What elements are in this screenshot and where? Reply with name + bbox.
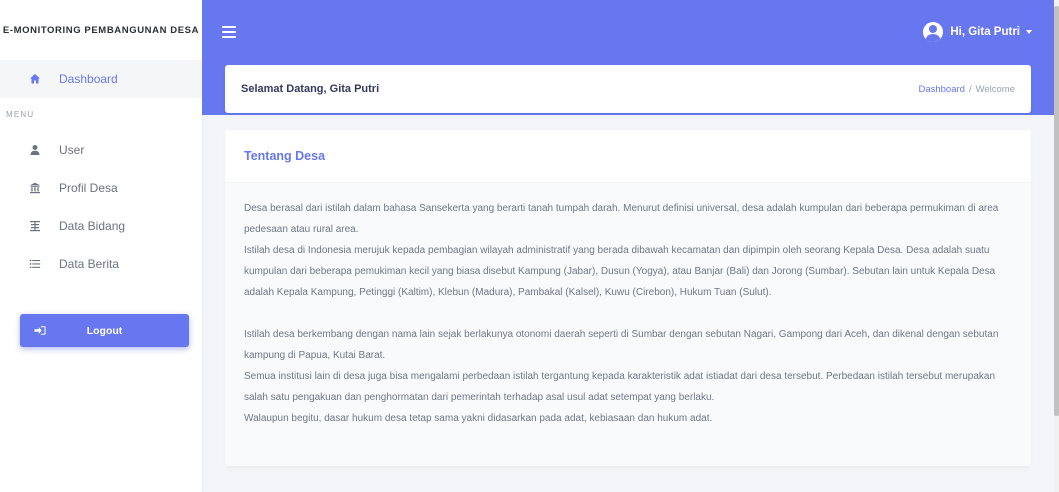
sign-out-icon [34,325,48,336]
sidebar-item-profil-desa[interactable]: Profil Desa [0,169,202,207]
card-header: Tentang Desa [225,130,1031,183]
brand-title[interactable]: E-MONITORING PEMBANGUNAN DESA [0,0,202,60]
logout-label: Logout [86,324,123,337]
page-title: Selamat Datang, Gita Putri [241,83,380,95]
breadcrumb-item-dashboard[interactable]: Dashboard [918,84,964,95]
breadcrumb: Dashboard / Welcome [918,84,1015,95]
user-icon [27,142,43,158]
caret-down-icon [1026,30,1032,34]
paragraph: Semua institusi lain di desa juga bisa m… [244,371,996,403]
hamburger-icon[interactable] [222,26,236,38]
sidebar-item-label: Profil Desa [59,181,118,195]
about-card: Tentang Desa Desa berasal dari istilah d… [225,130,1031,466]
paragraph: Istilah desa di Indonesia merujuk kepada… [244,245,996,298]
balance-icon [27,218,43,234]
card-title: Tentang Desa [244,149,326,163]
paragraph: Walaupun begitu, dasar hukum desa tetap … [244,413,713,424]
breadcrumb-item-current: Welcome [975,83,1015,95]
user-greeting: Hi, Gita Putri [950,26,1020,38]
page-scrollbar[interactable] [1054,0,1059,492]
sidebar-item-data-berita[interactable]: Data Berita [0,245,202,283]
sidebar-item-user[interactable]: User [0,131,202,169]
sidebar-item-label: Data Berita [59,257,120,271]
sidebar-item-data-bidang[interactable]: Data Bidang [0,207,202,245]
breadcrumb-separator: / [968,83,972,95]
list-icon [27,256,43,272]
sidebar-item-label: Dashboard [59,72,118,86]
section-header: Selamat Datang, Gita Putri Dashboard / Wel… [225,65,1031,113]
home-icon [27,71,43,87]
scrollbar-thumb[interactable] [1054,6,1059,416]
paragraph: Desa berasal dari istilah dalam bahasa S… [244,203,999,235]
avatar [923,22,944,42]
sidebar-item-label: Data Bidang [59,219,126,233]
user-menu[interactable]: Hi, Gita Putri [923,22,1032,42]
sidebar-item-dashboard[interactable]: Dashboard [0,60,202,98]
sidebar-item-label: User [59,143,85,157]
logout-button[interactable]: Logout [20,314,189,347]
card-body: Desa berasal dari istilah dalam bahasa S… [225,183,1031,466]
paragraph: Istilah desa berkembang dengan nama lain… [244,329,999,361]
sidebar: E-MONITORING PEMBANGUNAN DESA Dashboard … [0,0,202,492]
building-icon [27,180,43,196]
menu-header: MENU [6,110,35,119]
